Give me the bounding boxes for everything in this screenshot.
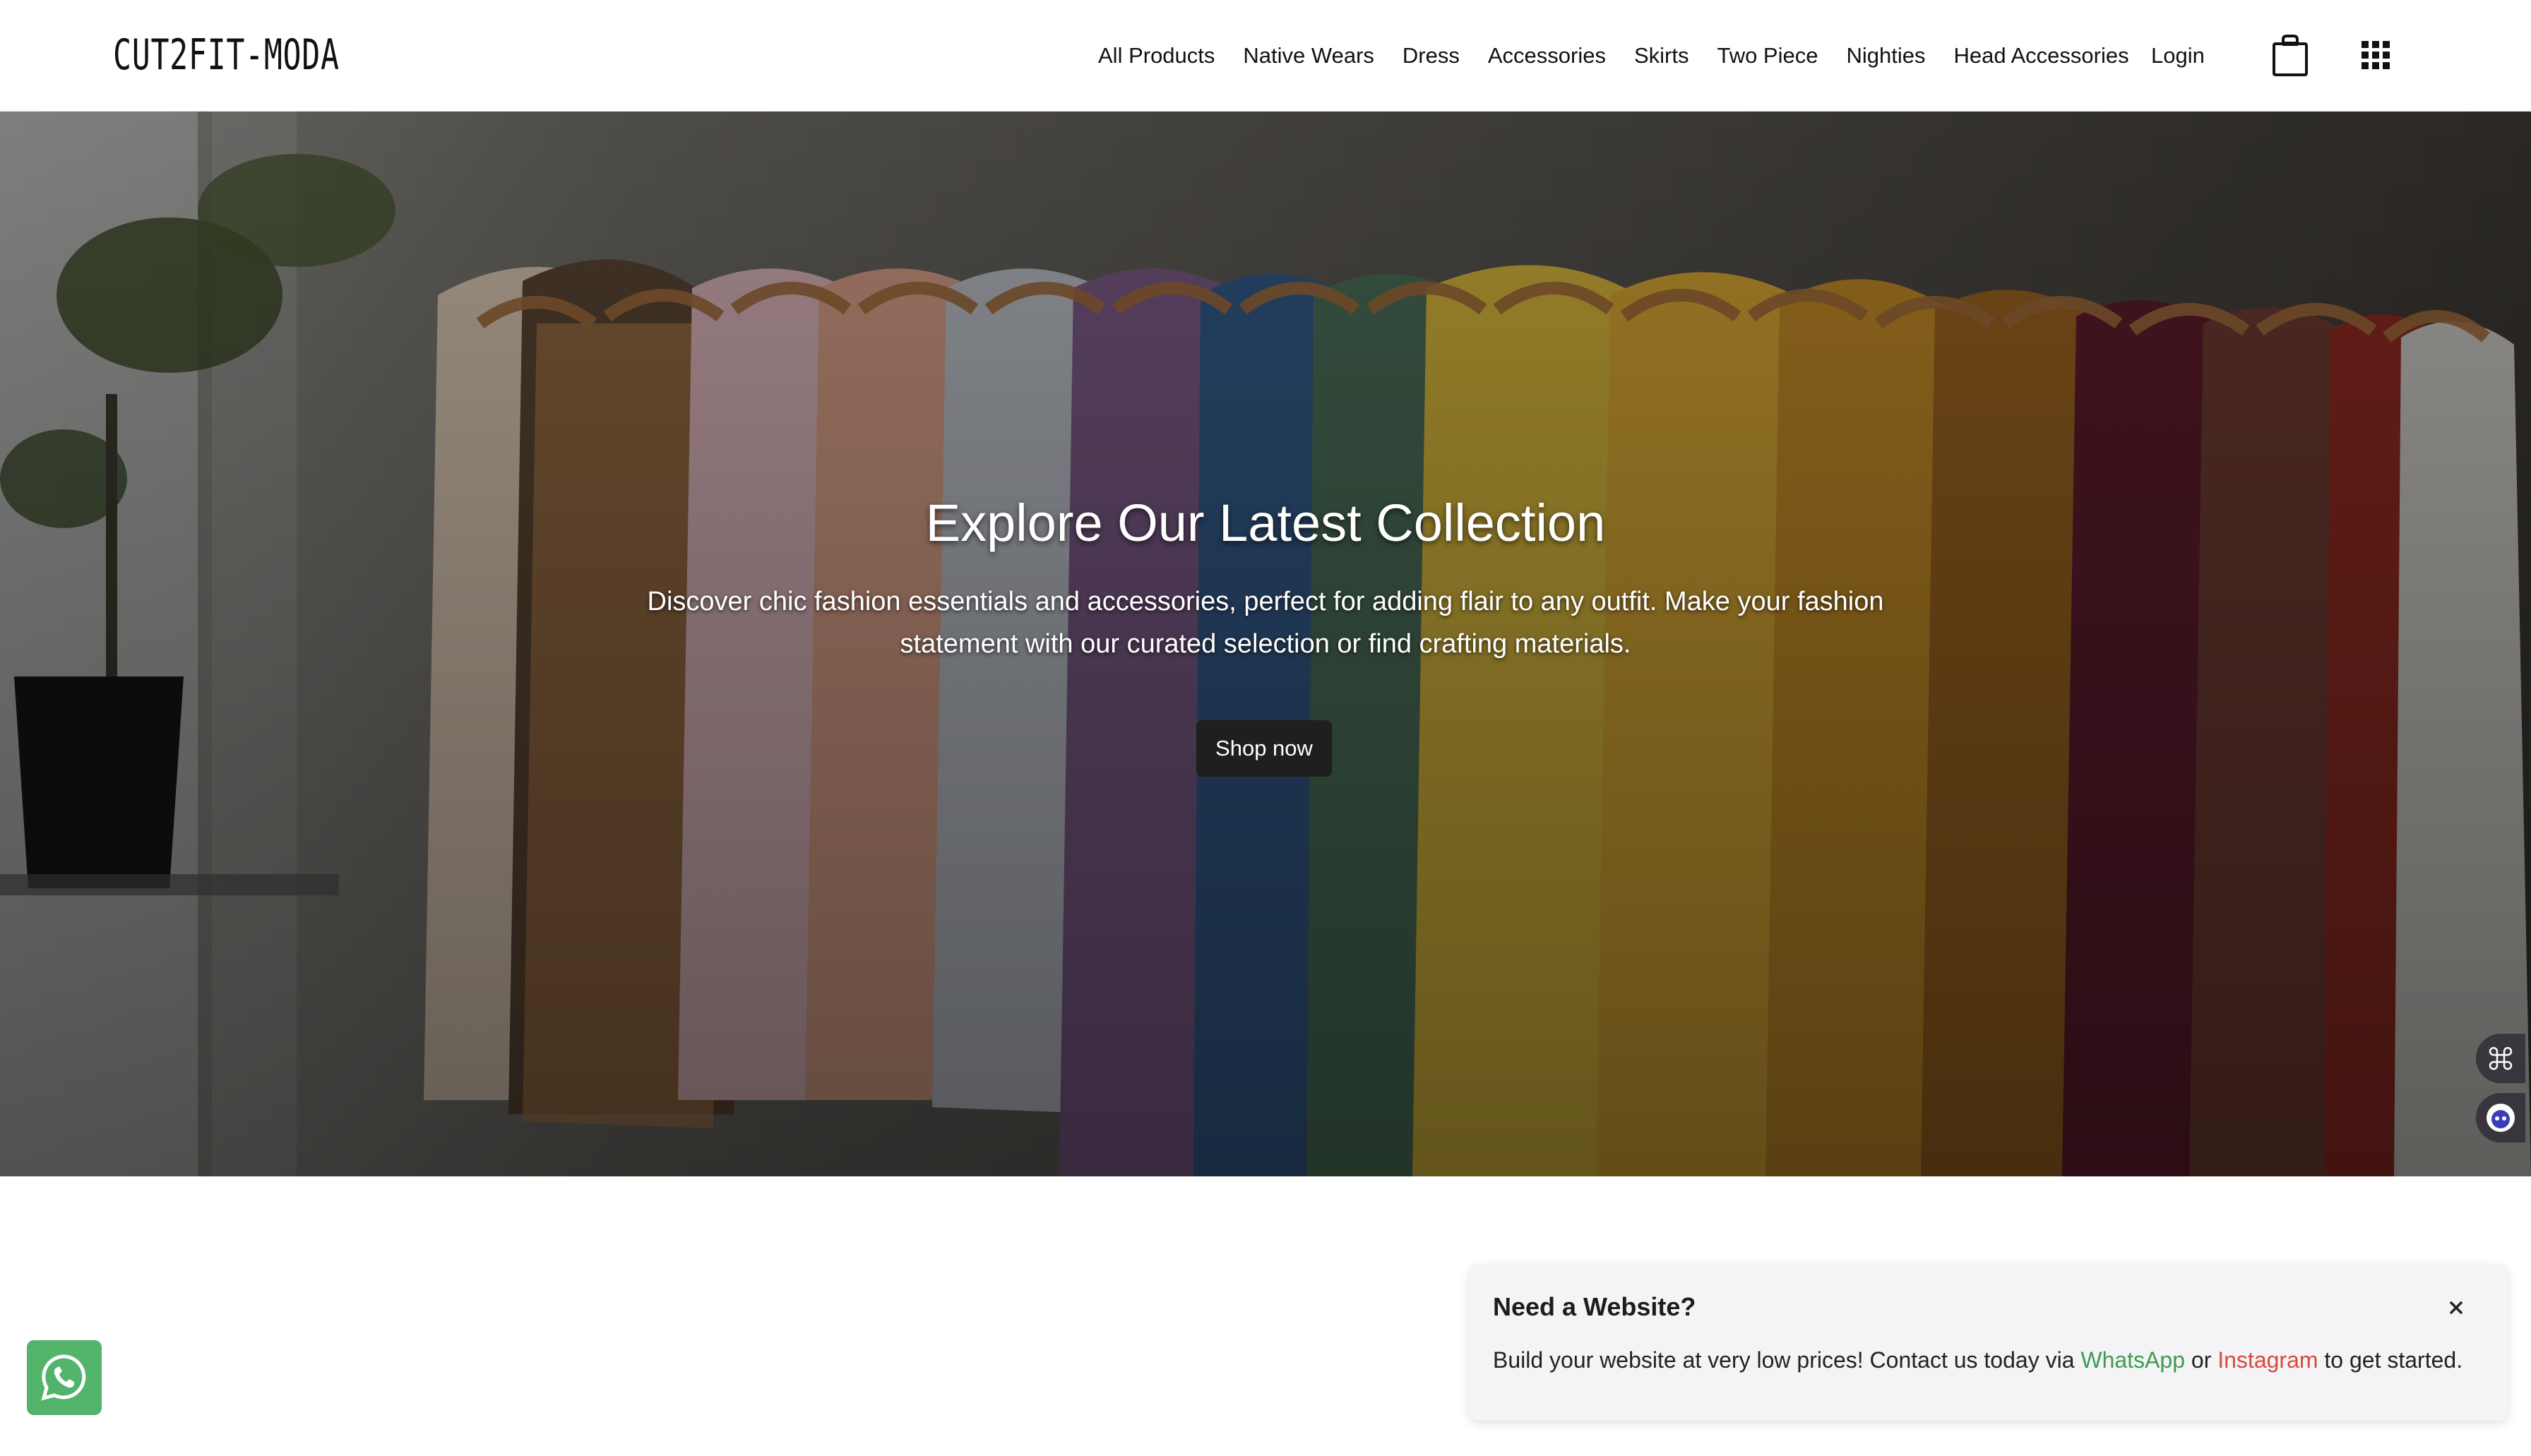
instagram-link[interactable]: Instagram <box>2217 1347 2318 1373</box>
hero-banner: Explore Our Latest Collection Discover c… <box>0 112 2531 1176</box>
nav-item-nighties[interactable]: Nighties <box>1846 37 1925 75</box>
popup-text-before: Build your website at very low prices! C… <box>1493 1347 2081 1373</box>
nav-item-two-piece[interactable]: Two Piece <box>1717 37 1818 75</box>
nav-item-head-accessories[interactable]: Head Accessories <box>1953 37 2128 75</box>
whatsapp-float-button[interactable] <box>27 1340 102 1415</box>
shopping-bag-icon[interactable] <box>2271 34 2309 78</box>
site-header: CUT2FIT-MODA All Products Native Wears D… <box>0 0 2531 112</box>
close-icon[interactable] <box>2443 1295 2469 1320</box>
nav-item-native-wears[interactable]: Native Wears <box>1243 37 1374 75</box>
hero-title: Explore Our Latest Collection <box>925 494 1606 552</box>
grid-menu-icon[interactable] <box>2362 41 2390 69</box>
popup-title: Need a Website? <box>1493 1292 1696 1321</box>
side-command-button[interactable] <box>2476 1034 2525 1083</box>
popup-message: Build your website at very low prices! C… <box>1493 1347 2462 1373</box>
whatsapp-link[interactable]: WhatsApp <box>2080 1347 2185 1373</box>
nav-item-dress[interactable]: Dress <box>1403 37 1460 75</box>
site-logo[interactable]: CUT2FIT-MODA <box>113 28 340 82</box>
hero-subtitle: Discover chic fashion essentials and acc… <box>647 587 1884 659</box>
nav-item-accessories[interactable]: Accessories <box>1488 37 1606 75</box>
nav-item-skirts[interactable]: Skirts <box>1634 37 1689 75</box>
popup-text-after: to get started. <box>2318 1347 2463 1373</box>
bot-face-icon <box>2487 1104 2515 1132</box>
popup-text-middle: or <box>2185 1347 2218 1373</box>
command-icon <box>2489 1046 2513 1070</box>
nav-item-all-products[interactable]: All Products <box>1098 37 1215 75</box>
need-website-popup: Need a Website? Build your website at ve… <box>1469 1264 2508 1421</box>
login-link[interactable]: Login <box>2151 37 2205 75</box>
side-chatbot-button[interactable] <box>2476 1093 2525 1142</box>
shop-now-button[interactable]: Shop now <box>1196 720 1332 777</box>
main-nav: All Products Native Wears Dress Accessor… <box>1098 37 2129 75</box>
whatsapp-icon <box>41 1354 86 1401</box>
